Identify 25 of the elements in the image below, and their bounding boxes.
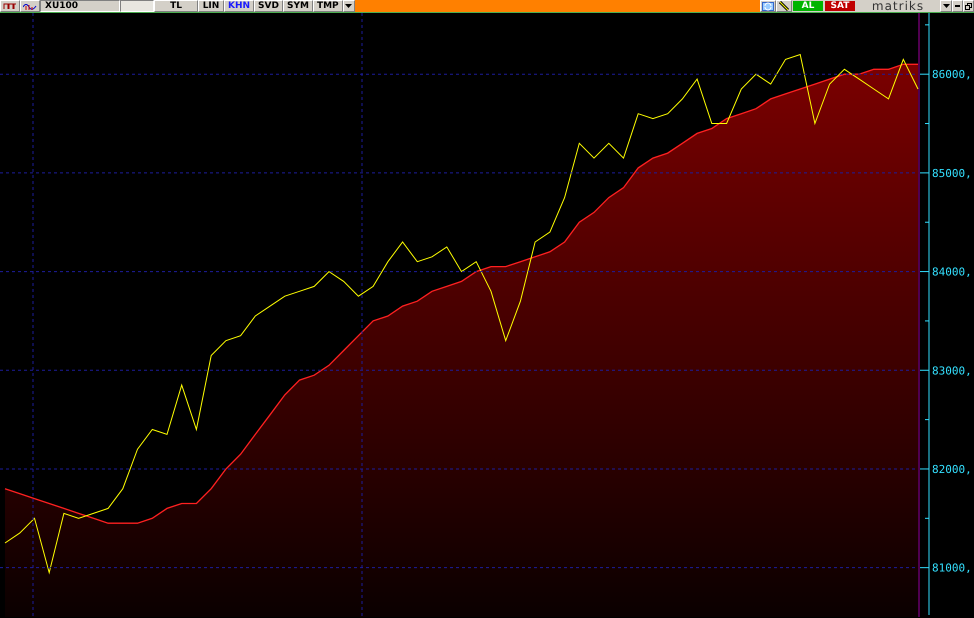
mode-button[interactable]: LIN (198, 0, 224, 12)
axis-label: 81000, (932, 562, 972, 575)
mode-button[interactable]: TL (154, 0, 198, 12)
restore-icon[interactable] (963, 0, 974, 12)
wave-chart-icon[interactable] (20, 0, 40, 12)
axis-label: 84000, (932, 266, 972, 279)
minimize-icon[interactable] (952, 0, 963, 12)
mode-button[interactable]: SYM (282, 0, 313, 12)
pencil-icon[interactable] (776, 0, 792, 12)
caret-icon (345, 4, 352, 8)
text-field[interactable] (120, 0, 154, 12)
axis-label: 86000, (932, 68, 972, 82)
axis-label: 83000, (932, 364, 972, 378)
sell-button[interactable]: SAT (824, 0, 856, 12)
axis-label: 82000, (932, 462, 972, 476)
bars-icon[interactable] (0, 0, 20, 12)
dropdown-button[interactable] (940, 0, 952, 12)
mode-button[interactable]: SVD (254, 0, 283, 12)
axis-label: 85000, (932, 166, 972, 180)
symbol-field[interactable]: XU100 (40, 0, 120, 12)
mode-button[interactable]: KHN (224, 0, 254, 12)
mode-button[interactable]: TMP (312, 0, 343, 12)
caret-icon (942, 4, 950, 8)
refresh-icon[interactable] (760, 0, 776, 12)
dropdown-button[interactable] (342, 0, 355, 12)
